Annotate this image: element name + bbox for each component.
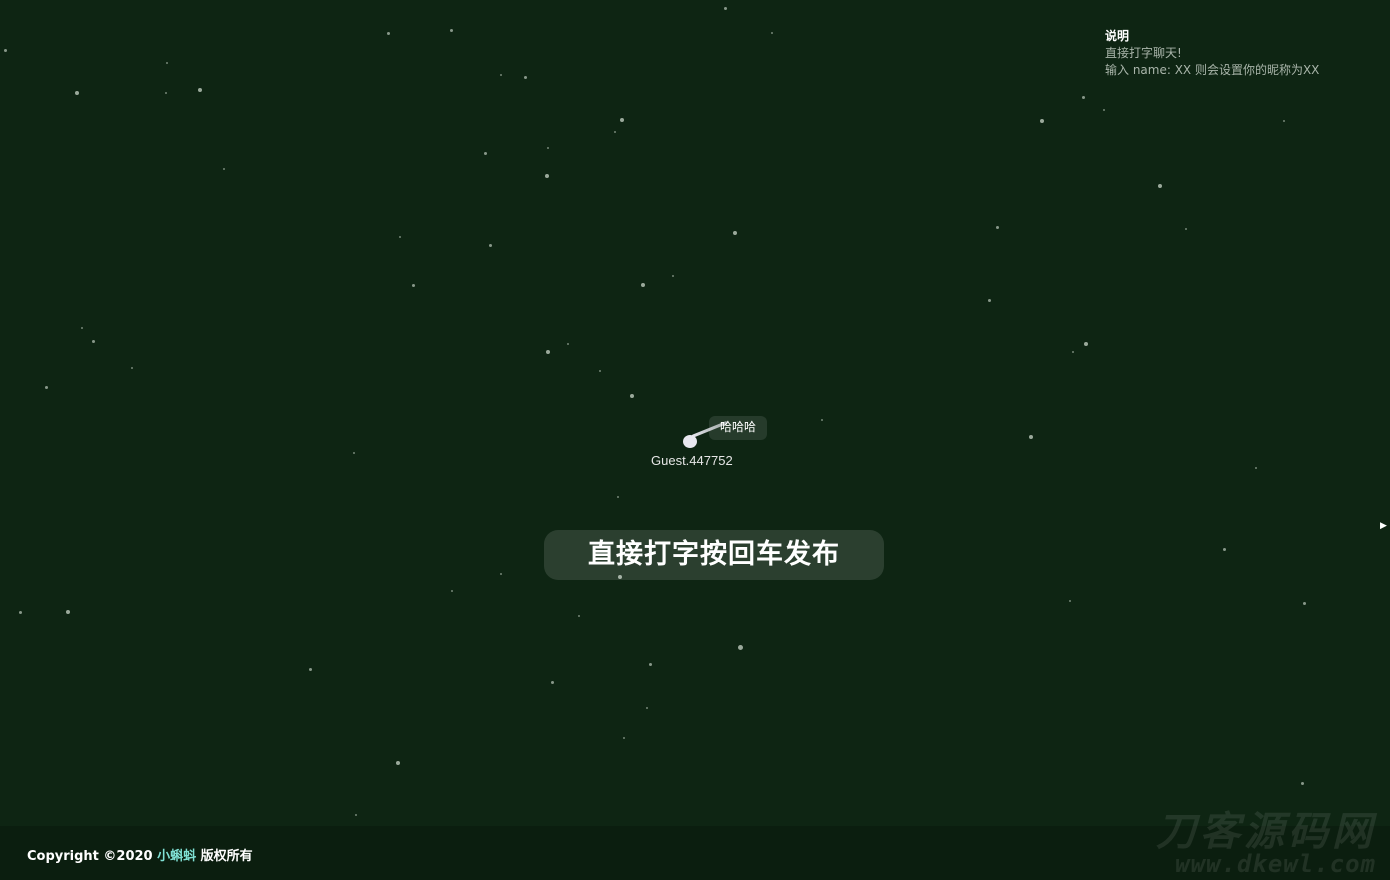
particle-dot bbox=[821, 419, 823, 421]
particle-dot bbox=[483, 151, 487, 155]
particle-dot bbox=[308, 667, 312, 671]
particle-dot bbox=[614, 131, 616, 133]
particle-dot bbox=[733, 231, 737, 235]
particle-dot bbox=[1084, 342, 1088, 346]
particle-dot bbox=[1069, 600, 1071, 602]
particle-dot bbox=[198, 88, 202, 92]
particle-dot bbox=[545, 174, 549, 178]
particle-dot bbox=[44, 385, 48, 389]
particle-dot bbox=[1302, 601, 1306, 605]
particle-dot bbox=[91, 339, 95, 343]
particle-dot bbox=[131, 367, 133, 369]
particle-dot bbox=[578, 615, 580, 617]
particle-dot bbox=[648, 662, 652, 666]
particle-dot bbox=[599, 370, 601, 372]
instructions-title: 说明 bbox=[1105, 29, 1130, 43]
copyright-prefix: Copyright ©2020 bbox=[27, 849, 158, 864]
particle-dot bbox=[1255, 467, 1257, 469]
instructions-line-chat: 直接打字聊天! bbox=[1105, 46, 1182, 60]
particle-dot bbox=[771, 32, 773, 34]
particle-dot bbox=[411, 283, 415, 287]
particle-dot bbox=[1222, 547, 1226, 551]
particle-dot bbox=[995, 225, 999, 229]
watermark-text-url: www.dkewl.com bbox=[1175, 850, 1376, 878]
particle-dot bbox=[500, 74, 502, 76]
particle-dot bbox=[75, 91, 79, 95]
tadpole-body bbox=[683, 435, 697, 448]
particle-dot bbox=[620, 118, 624, 122]
particle-dot bbox=[623, 737, 625, 739]
particle-dot bbox=[3, 48, 7, 52]
particle-dot bbox=[165, 92, 167, 94]
copyright-owner-link[interactable]: 小蝌蚪 bbox=[157, 849, 196, 864]
particle-dot bbox=[1158, 184, 1162, 188]
particle-dot bbox=[546, 350, 550, 354]
particle-dot bbox=[987, 298, 991, 302]
particle-dot bbox=[1029, 435, 1033, 439]
watermark-logo: 刀客源码网 www.dkewl.com bbox=[1156, 812, 1376, 876]
particle-dot bbox=[223, 168, 225, 170]
particle-dot bbox=[488, 243, 492, 247]
particle-dot bbox=[523, 75, 527, 79]
particle-dot bbox=[1185, 228, 1187, 230]
particle-dot bbox=[630, 394, 634, 398]
particle-dot bbox=[641, 283, 645, 287]
footer: Copyright ©2020 小蝌蚪 版权所有 刀客源码网 www.dkewl… bbox=[0, 812, 1390, 880]
particle-dot bbox=[1072, 351, 1074, 353]
particle-dot bbox=[386, 31, 390, 35]
particle-dot bbox=[66, 610, 70, 614]
copyright-text: Copyright ©2020 小蝌蚪 版权所有 bbox=[27, 845, 253, 864]
particle-dot bbox=[399, 236, 401, 238]
particle-dot bbox=[737, 644, 743, 650]
triangle-right-icon[interactable]: ▶ bbox=[1380, 521, 1387, 531]
particle-dot bbox=[617, 496, 619, 498]
particle-dot bbox=[451, 590, 453, 592]
player-name-label: Guest.447752 bbox=[651, 453, 733, 468]
particle-dot bbox=[672, 275, 674, 277]
input-hint-banner: 直接打字按回车发布 bbox=[544, 530, 884, 580]
particle-dot bbox=[1300, 781, 1304, 785]
particle-dot bbox=[166, 62, 168, 64]
instructions-panel: 说明 直接打字聊天! 输入 name: XX 则会设置你的昵称为XX bbox=[1105, 28, 1319, 79]
particle-dot bbox=[550, 680, 554, 684]
particle-dot bbox=[1081, 95, 1085, 99]
particle-dot bbox=[500, 573, 502, 575]
particle-dot bbox=[353, 452, 355, 454]
particle-dot bbox=[355, 814, 357, 816]
copyright-suffix: 版权所有 bbox=[196, 849, 253, 864]
watermark-text-cn: 刀客源码网 bbox=[1156, 809, 1376, 855]
particle-dot bbox=[547, 147, 549, 149]
particle-dot bbox=[18, 610, 22, 614]
particle-dot bbox=[567, 343, 569, 345]
particle-dot bbox=[396, 761, 400, 765]
chat-bubble: 哈哈哈 bbox=[709, 416, 768, 440]
particle-dot bbox=[1103, 109, 1105, 111]
particle-dot bbox=[449, 28, 453, 32]
instructions-line-name: 输入 name: XX 则会设置你的昵称为XX bbox=[1105, 63, 1320, 77]
particle-dot bbox=[1040, 119, 1044, 123]
particle-dot bbox=[81, 327, 83, 329]
particle-dot bbox=[646, 707, 648, 709]
particle-dot bbox=[1283, 120, 1285, 122]
particle-dot bbox=[723, 6, 727, 10]
